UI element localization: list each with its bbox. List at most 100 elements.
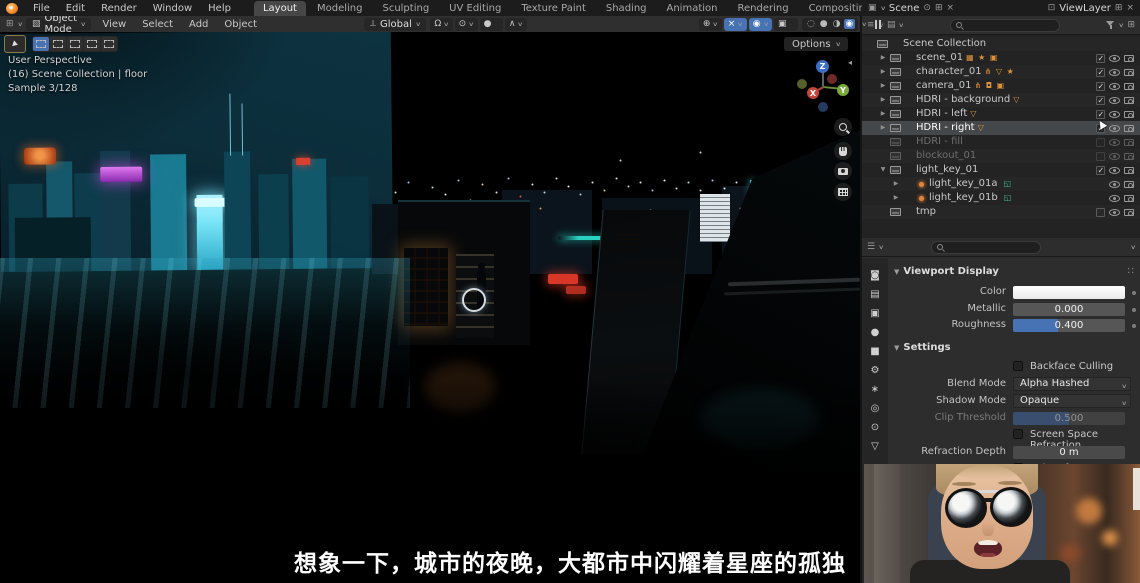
select-tool-button[interactable] (50, 37, 66, 51)
menu-item[interactable]: Window (146, 2, 199, 15)
disclosure-icon[interactable]: ▶ (879, 107, 887, 121)
menu-item[interactable]: Render (94, 2, 144, 15)
camera-visibility-icon[interactable] (1124, 97, 1134, 104)
editor-type-icon[interactable]: ⊞ (6, 19, 14, 29)
camera-visibility-icon[interactable] (1124, 111, 1134, 118)
blend-mode-select[interactable]: Alpha Hashed∨ (1013, 377, 1131, 391)
select-tool-button[interactable] (84, 37, 100, 51)
zoom-button[interactable] (834, 118, 852, 136)
eye-icon[interactable] (1109, 97, 1120, 104)
select-tool-button[interactable] (67, 37, 83, 51)
y-axis-ball[interactable]: Y (837, 84, 849, 96)
workspace-tab[interactable]: Rendering (728, 1, 797, 16)
disclosure-icon[interactable]: ▶ (879, 93, 887, 107)
blender-logo-icon[interactable] (6, 3, 18, 14)
new-scene-icon[interactable]: ⊞ (935, 3, 943, 13)
viewport-menu-item[interactable]: Object (217, 18, 264, 31)
camera-visibility-icon[interactable] (1124, 209, 1134, 216)
eye-icon[interactable] (1109, 111, 1120, 118)
pin-icon[interactable]: ⊙ (923, 3, 931, 13)
toggle-icon[interactable]: ⊕∨ (699, 18, 722, 31)
eye-icon[interactable] (1109, 139, 1120, 146)
workspace-tab[interactable]: Animation (658, 1, 727, 16)
physics-properties-icon[interactable]: ◎ (871, 403, 880, 414)
tool-icon[interactable]: ∧∨ (505, 18, 527, 31)
constraint-properties-icon[interactable]: ⊙ (871, 422, 879, 433)
z-axis-ball[interactable]: Z (816, 60, 829, 73)
shadow-mode-select[interactable]: Opaque∨ (1013, 394, 1131, 408)
camera-visibility-icon[interactable] (1124, 55, 1134, 62)
scene-selector[interactable]: ▣ ∨ Scene ⊙ ⊞ × (868, 3, 1044, 14)
disclosure-icon[interactable]: ▶ (892, 191, 900, 205)
outliner-row[interactable]: ▶ character_01 ⋔ ▽ ★ (862, 65, 1140, 79)
outliner-row[interactable]: blockout_01 (862, 149, 1140, 163)
checkbox[interactable] (1096, 54, 1105, 63)
properties-search-input[interactable] (931, 241, 1041, 254)
checkbox[interactable] (1096, 138, 1105, 147)
animate-dot[interactable] (1132, 308, 1136, 312)
outliner-row[interactable]: ▶ light_key_01a ◱ (862, 177, 1140, 191)
toggle-icon[interactable]: ▣∨ (774, 18, 798, 31)
eye-icon[interactable] (1109, 69, 1120, 76)
eye-icon[interactable] (1109, 195, 1120, 202)
neg-y-axis-ball[interactable] (797, 79, 807, 89)
workspace-tab[interactable]: Shading (597, 1, 656, 16)
viewport-canvas[interactable]: User Perspective (16) Scene Collection |… (0, 32, 860, 583)
filter-icon[interactable] (1106, 21, 1115, 29)
settings-section[interactable]: ▼Settings (894, 342, 951, 353)
checkbox[interactable] (1096, 68, 1105, 77)
screen-space-refraction-checkbox[interactable] (1013, 429, 1023, 439)
workspace-tab[interactable]: Texture Paint (512, 1, 595, 16)
editor-type-icon[interactable]: ☰ (867, 242, 875, 252)
camera-visibility-icon[interactable] (1124, 69, 1134, 76)
outliner-row[interactable]: ▶ scene_01 ▦ ★ ▣ (862, 51, 1140, 65)
animate-dot[interactable] (1132, 291, 1136, 295)
new-collection-icon[interactable]: ⊞ (1127, 20, 1135, 30)
refraction-depth-field[interactable]: 0 m (1013, 446, 1125, 459)
outliner-row[interactable]: tmp (862, 205, 1140, 219)
eye-icon[interactable] (1109, 209, 1120, 216)
disclosure-icon[interactable]: ▶ (879, 51, 887, 65)
animate-dot[interactable] (1132, 324, 1136, 328)
roughness-slider[interactable]: 0.400 (1013, 319, 1125, 332)
viewport-menu-item[interactable]: Select (135, 18, 180, 31)
camera-view-button[interactable] (834, 162, 852, 180)
select-box-button[interactable] (33, 37, 49, 51)
checkbox[interactable] (1096, 96, 1105, 105)
disclosure-icon[interactable]: ▶ (879, 121, 887, 135)
pause-icon[interactable] (875, 20, 881, 29)
checkbox[interactable] (1096, 110, 1105, 119)
render-properties-icon[interactable]: ◙ (870, 270, 880, 281)
shading-mode-icon[interactable]: ◌ (805, 19, 817, 29)
eye-icon[interactable] (1109, 181, 1120, 188)
shading-mode-icon[interactable]: ◑ (831, 19, 843, 29)
disclosure-icon[interactable]: ▼ (879, 163, 887, 177)
checkbox[interactable] (1096, 152, 1105, 161)
shading-mode-icon[interactable]: ◉ (844, 19, 856, 29)
disclosure-icon[interactable]: ▶ (892, 177, 900, 191)
view-layer-selector[interactable]: ⊡ ViewLayer ⊞ × (1048, 3, 1134, 14)
view-layer-properties-icon[interactable]: ▣ (870, 308, 879, 319)
modifier-properties-icon[interactable]: ⚙ (871, 365, 880, 376)
delete-scene-icon[interactable]: × (947, 3, 955, 13)
checkbox[interactable] (1096, 166, 1105, 175)
shading-mode-icon[interactable]: ● (818, 19, 830, 29)
camera-visibility-icon[interactable] (1124, 139, 1134, 146)
workspace-tab[interactable]: Layout (254, 1, 306, 16)
new-view-layer-icon[interactable]: ⊞ (1115, 3, 1123, 13)
editor-type-icon[interactable]: ≡ (867, 20, 875, 30)
camera-visibility-icon[interactable] (1124, 125, 1134, 132)
panel-menu-icon[interactable]: ∷ (1128, 266, 1134, 277)
orientation-select[interactable]: ⟂ Global ∨ (364, 18, 426, 31)
camera-visibility-icon[interactable] (1124, 181, 1134, 188)
eye-icon[interactable] (1109, 167, 1120, 174)
eye-icon[interactable] (1109, 153, 1120, 160)
workspace-tab[interactable]: UV Editing (440, 1, 510, 16)
world-properties-icon[interactable]: ● (871, 327, 880, 338)
outliner-row[interactable]: ▼ light_key_01 (862, 163, 1140, 177)
viewport-menu-item[interactable]: View (95, 18, 133, 31)
navigation-gizmo[interactable]: Z X Y (780, 50, 860, 130)
eye-icon[interactable] (1109, 55, 1120, 62)
menu-item[interactable]: Help (201, 2, 238, 15)
neg-x-axis-ball[interactable] (827, 74, 837, 84)
